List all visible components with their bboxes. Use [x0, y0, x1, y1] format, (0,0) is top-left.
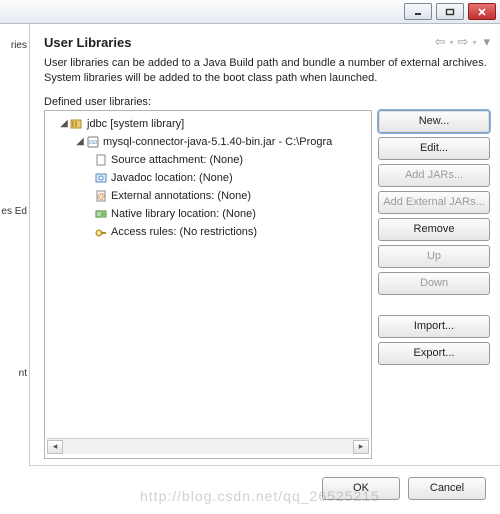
access-rules-icon	[93, 224, 109, 240]
horizontal-scrollbar[interactable]: ◂ ▸	[47, 438, 369, 454]
window-titlebar	[0, 0, 500, 24]
new-button[interactable]: New...	[378, 110, 490, 133]
remove-button[interactable]: Remove	[378, 218, 490, 241]
tree-prop-node[interactable]: @ External annotations: (None)	[47, 187, 369, 205]
tree-prop-node[interactable]: Javadoc location: (None)	[47, 169, 369, 187]
scroll-right-icon[interactable]: ▸	[353, 440, 369, 454]
libraries-tree-container: ◢ jdbc [system library] ◢ 010 mysql-conn…	[44, 110, 372, 459]
tree-node-label: Source attachment: (None)	[111, 154, 243, 166]
libraries-tree[interactable]: ◢ jdbc [system library] ◢ 010 mysql-conn…	[47, 115, 369, 438]
svg-text:010: 010	[89, 140, 98, 146]
header-nav-icons: ⇦ ▾ ⇨ ▾ ▾	[435, 34, 490, 50]
tree-prop-node[interactable]: Source attachment: (None)	[47, 151, 369, 169]
page-title: User Libraries	[44, 35, 131, 50]
library-icon	[69, 116, 85, 132]
up-button[interactable]: Up	[378, 245, 490, 268]
javadoc-icon	[93, 170, 109, 186]
jar-icon: 010	[85, 134, 101, 150]
description-text: User libraries can be added to a Java Bu…	[44, 56, 490, 86]
separator	[30, 465, 500, 466]
side-buttons: New... Edit... Add JARs... Add External …	[378, 110, 490, 459]
forward-icon[interactable]: ⇨	[458, 34, 469, 50]
tree-node-label: External annotations: (None)	[111, 190, 251, 202]
file-icon	[93, 152, 109, 168]
back-icon[interactable]: ⇦	[435, 34, 446, 50]
tree-prop-node[interactable]: Native library location: (None)	[47, 205, 369, 223]
minimize-button[interactable]	[404, 3, 432, 20]
tree-library-node[interactable]: ◢ jdbc [system library]	[47, 115, 369, 133]
tree-jar-node[interactable]: ◢ 010 mysql-connector-java-5.1.40-bin.ja…	[47, 133, 369, 151]
annotations-icon: @	[93, 188, 109, 204]
scroll-left-icon[interactable]: ◂	[47, 440, 63, 454]
tree-prop-node[interactable]: Access rules: (No restrictions)	[47, 223, 369, 241]
defined-libraries-label: Defined user libraries:	[44, 96, 490, 108]
down-button[interactable]: Down	[378, 272, 490, 295]
expand-icon[interactable]: ◢	[75, 136, 85, 147]
svg-text:@: @	[97, 192, 105, 201]
tree-node-label: jdbc [system library]	[87, 118, 184, 130]
tree-node-label: mysql-connector-java-5.1.40-bin.jar - C:…	[103, 136, 332, 148]
cancel-button[interactable]: Cancel	[408, 477, 486, 500]
tree-node-label: Javadoc location: (None)	[111, 172, 233, 184]
add-jars-button[interactable]: Add JARs...	[378, 164, 490, 187]
dialog-footer: OK Cancel	[0, 466, 500, 510]
ok-button[interactable]: OK	[322, 477, 400, 500]
expand-icon[interactable]: ◢	[59, 118, 69, 129]
edit-button[interactable]: Edit...	[378, 137, 490, 160]
native-lib-icon	[93, 206, 109, 222]
tree-node-label: Native library location: (None)	[111, 208, 256, 220]
tree-node-label: Access rules: (No restrictions)	[111, 226, 257, 238]
export-button[interactable]: Export...	[378, 342, 490, 365]
maximize-button[interactable]	[436, 3, 464, 20]
add-external-jars-button[interactable]: Add External JARs...	[378, 191, 490, 214]
close-button[interactable]	[468, 3, 496, 20]
main-panel: User Libraries ⇦ ▾ ⇨ ▾ ▾ User libraries …	[30, 24, 500, 466]
left-nav-fragment: ries es Ed nt	[0, 24, 30, 466]
import-button[interactable]: Import...	[378, 315, 490, 338]
